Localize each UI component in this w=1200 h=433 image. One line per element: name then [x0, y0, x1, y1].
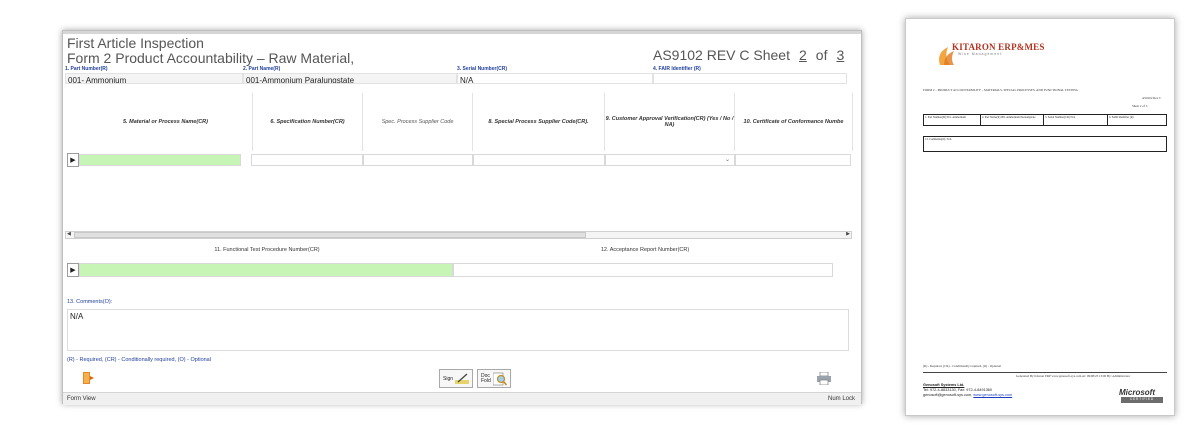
- doc-sheet-number: Sheet 2 of 3: [1132, 104, 1148, 108]
- sheet-info: AS9102 REV C Sheet 2 of 3: [653, 47, 853, 63]
- company-email: genosoft@genosoft-sys.com,: [923, 393, 973, 397]
- fair-identifier-field[interactable]: [653, 73, 847, 84]
- doc-cell-part-name: 2. Part Name(R) 001-Ammonium Paratungsta…: [981, 115, 1044, 125]
- specification-cell[interactable]: [251, 154, 363, 166]
- scroll-left-icon[interactable]: ◀: [67, 231, 71, 237]
- row-selector[interactable]: ▶: [67, 153, 79, 167]
- comments-label: 13. Comments(O):: [67, 299, 113, 305]
- form-title: First Article Inspection: [67, 35, 204, 51]
- acceptance-report-header: 12. Acceptance Report Number(CR): [600, 247, 690, 253]
- doc-cell-fair: 4. FAIR Identifier (R): [1109, 116, 1134, 119]
- part-number-label: 1. Part Number(R): [65, 66, 108, 72]
- part-number-field[interactable]: 001- Ammonium: [65, 73, 243, 84]
- exit-door-icon[interactable]: [81, 371, 95, 385]
- status-bar: Form View Num Lock: [63, 392, 861, 405]
- doc-company-info: Genosoft Systems Ltd. Tel: 972-4-8833130…: [923, 383, 1012, 398]
- sheet-total-field[interactable]: 3: [833, 47, 847, 63]
- col-header-specification: 6. Specification Number(CR): [253, 93, 363, 151]
- requirement-legend: (R) - Required, (CR) - Conditionally req…: [67, 357, 211, 363]
- doc-fold-label: Doc Fold: [481, 372, 491, 384]
- status-view-mode: Form View: [67, 396, 96, 402]
- special-process-cell[interactable]: [473, 154, 605, 166]
- print-icon[interactable]: [817, 372, 831, 385]
- serial-number-label: 3. Serial Number(CR): [457, 66, 508, 72]
- doc-fold-button[interactable]: Doc Fold: [477, 369, 511, 388]
- col-header-supplier-code: Spec. Process Supplier Code: [363, 93, 473, 151]
- company-website-link[interactable]: www.genosoft-sys.com: [973, 393, 1012, 397]
- kitaron-logo-text: KITARON ERP&MES: [952, 42, 1045, 52]
- standard-label: AS9102 REV C Sheet: [653, 47, 790, 63]
- sheet-current-field[interactable]: 2: [796, 47, 810, 63]
- pen-icon: [455, 372, 470, 384]
- microsoft-certified-badge: CERTIFIED: [1121, 397, 1163, 403]
- window-top-border: [63, 31, 861, 34]
- doc-cell-serial: 3. Serial Number(CR) N/A: [1044, 115, 1108, 125]
- doc-revision: AS9102 Rev C: [1142, 96, 1162, 100]
- part-name-label: 2. Part Name(R): [243, 66, 281, 72]
- col-header-material: 5. Material or Process Name(CR): [79, 93, 253, 151]
- magnifier-icon: [493, 372, 507, 386]
- doc-legend: (R) - Required, (CR) - Conditionally req…: [923, 364, 1001, 368]
- scroll-right-icon[interactable]: ▶: [846, 231, 850, 237]
- customer-approval-dropdown[interactable]: [605, 154, 735, 166]
- supplier-code-cell[interactable]: [363, 154, 473, 166]
- comments-field[interactable]: N/A: [67, 309, 849, 351]
- doc-footer-divider: [923, 372, 1167, 373]
- of-label: of: [815, 47, 828, 63]
- sign-label: Sign: [443, 375, 454, 382]
- doc-cell-part-number: 1. Part Number(R) 001- Ammonium: [924, 115, 981, 125]
- material-cell[interactable]: [79, 154, 241, 166]
- col-header-customer-approval: 9. Customer Approval Verification(CR) (Y…: [605, 93, 735, 151]
- form-window: First Article Inspection Form 2 Product …: [62, 30, 862, 405]
- col-header-certificate: 10. Certificate of Conformance Numbe: [735, 93, 853, 151]
- scrollbar-thumb[interactable]: [74, 232, 586, 238]
- acceptance-report-cell[interactable]: [453, 263, 833, 277]
- fair-identifier-label: 4. FAIR Identifier (R): [653, 66, 701, 72]
- doc-generated-note: Generated By Kitaron ERP www.genosoft-sy…: [1016, 374, 1131, 378]
- doc-header-table: 1. Part Number(R) 001- Ammonium 2. Part …: [923, 114, 1167, 126]
- sign-button[interactable]: Sign: [439, 369, 474, 388]
- chevron-down-icon[interactable]: ⌄: [725, 156, 730, 163]
- certificate-cell[interactable]: [735, 154, 851, 166]
- doc-form-title: FORM 2 – PRODUCT ACCOUNTABILITY – MATERI…: [923, 88, 1079, 92]
- form-subtitle: Form 2 Product Accountability – Raw Mate…: [67, 50, 355, 66]
- document-preview: KITARON ERP&MES Wise Management FORM 2 –…: [905, 18, 1175, 416]
- part-name-field[interactable]: 001-Ammonium Paralungstate: [243, 73, 457, 84]
- functional-test-cell[interactable]: [79, 263, 453, 277]
- status-num-lock: Num Lock: [827, 396, 855, 402]
- col-header-special-process: 8. Special Process Supplier Code(CR).: [473, 93, 605, 151]
- microsoft-logo: Microsoft: [1119, 388, 1155, 397]
- kitaron-logo-subtitle: Wise Management: [958, 52, 1003, 56]
- doc-comments-box: 13. Comments(O): N/A: [923, 136, 1167, 152]
- horizontal-scrollbar[interactable]: ◀ ▶: [65, 231, 852, 239]
- serial-number-field[interactable]: N/A: [457, 73, 653, 84]
- functional-test-header: 11. Functional Test Procedure Number(CR): [214, 247, 320, 253]
- subrow-selector[interactable]: ▶: [67, 263, 79, 277]
